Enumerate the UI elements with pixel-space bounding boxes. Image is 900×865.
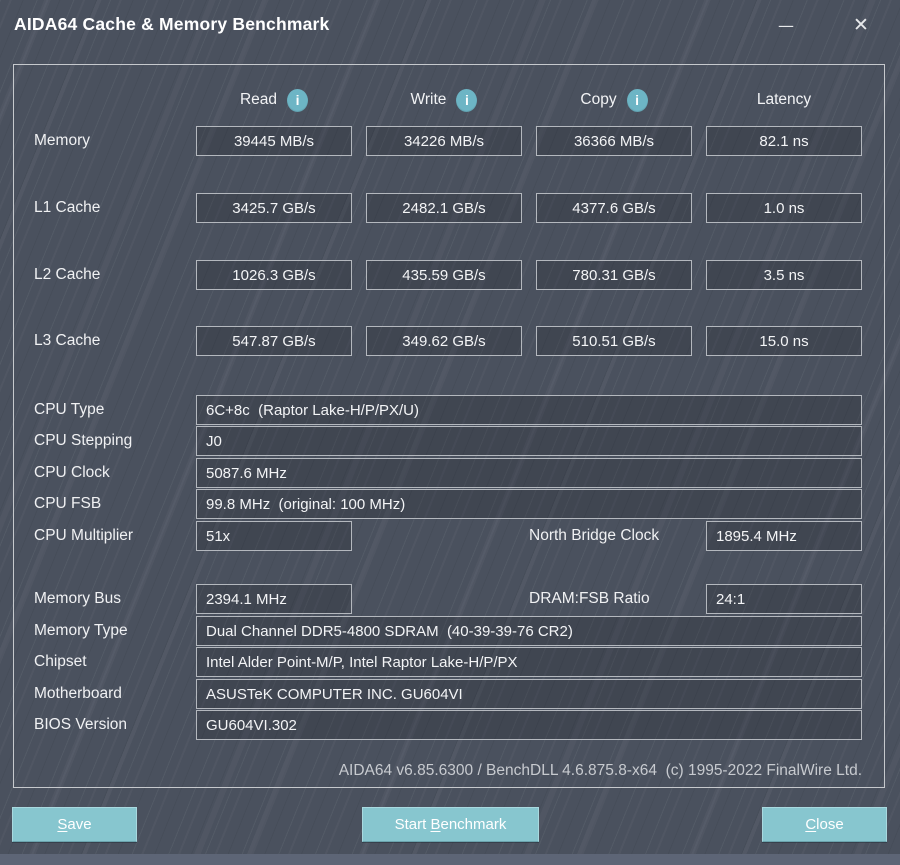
motherboard-label: Motherboard	[34, 679, 122, 709]
l3-read-value: 547.87 GB/s	[196, 326, 352, 356]
cpu-stepping-label: CPU Stepping	[34, 426, 132, 456]
save-button-label: Save	[57, 816, 91, 833]
version-copyright-text: AIDA64 v6.85.6300 / BenchDLL 4.6.875.8-x…	[196, 760, 862, 782]
start-benchmark-button-label: Start Benchmark	[395, 816, 507, 833]
memory-latency-value: 82.1 ns	[706, 126, 862, 156]
write-info-icon[interactable]: i	[456, 89, 477, 112]
minimize-icon: —	[778, 16, 794, 35]
column-header-read: Read i	[196, 85, 352, 115]
motherboard-value-box: ASUSTeK COMPUTER INC. GU604VI	[196, 679, 862, 709]
cpu-clock-label: CPU Clock	[34, 458, 110, 488]
row-label-l3-cache: L3 Cache	[34, 326, 100, 356]
cpu-fsb-value-box: 99.8 MHz (original: 100 MHz)	[196, 489, 862, 519]
chipset-label: Chipset	[34, 647, 87, 677]
read-header-label: Read	[240, 91, 277, 109]
write-header-label: Write	[411, 91, 447, 109]
close-button[interactable]: ✕	[846, 10, 876, 40]
benchmark-panel: Read i Write i Copy i Latency Memory 394…	[13, 64, 885, 788]
l1-copy-value: 4377.6 GB/s	[536, 193, 692, 223]
latency-header-label: Latency	[757, 91, 811, 109]
save-button[interactable]: Save	[12, 807, 137, 842]
l2-latency-value: 3.5 ns	[706, 260, 862, 290]
title-bar: AIDA64 Cache & Memory Benchmark — ✕	[0, 0, 900, 50]
bios-version-value-box: GU604VI.302	[196, 710, 862, 740]
column-header-copy: Copy i	[536, 85, 692, 115]
memory-bus-value-box: 2394.1 MHz	[196, 584, 352, 614]
copy-info-icon[interactable]: i	[627, 89, 648, 112]
l1-write-value: 2482.1 GB/s	[366, 193, 522, 223]
column-header-latency: Latency	[706, 85, 862, 115]
dram-fsb-ratio-label: DRAM:FSB Ratio	[529, 584, 650, 614]
row-label-l1-cache: L1 Cache	[34, 193, 100, 223]
close-icon: ✕	[853, 14, 869, 36]
close-dialog-button-label: Close	[805, 816, 843, 833]
cpu-type-value-box: 6C+8c (Raptor Lake-H/P/PX/U)	[196, 395, 862, 425]
l3-latency-value: 15.0 ns	[706, 326, 862, 356]
dram-fsb-ratio-value-box: 24:1	[706, 584, 862, 614]
l1-latency-value: 1.0 ns	[706, 193, 862, 223]
cpu-stepping-value-box: J0	[196, 426, 862, 456]
cpu-multiplier-value-box: 51x	[196, 521, 352, 551]
l3-write-value: 349.62 GB/s	[366, 326, 522, 356]
memory-type-value-box: Dual Channel DDR5-4800 SDRAM (40-39-39-7…	[196, 616, 862, 646]
chipset-value-box: Intel Alder Point-M/P, Intel Raptor Lake…	[196, 647, 862, 677]
memory-copy-value: 36366 MB/s	[536, 126, 692, 156]
aida64-benchmark-window: AIDA64 Cache & Memory Benchmark — ✕ Read…	[0, 0, 900, 865]
cpu-fsb-label: CPU FSB	[34, 489, 101, 519]
l2-write-value: 435.59 GB/s	[366, 260, 522, 290]
close-dialog-button[interactable]: Close	[762, 807, 887, 842]
l1-read-value: 3425.7 GB/s	[196, 193, 352, 223]
north-bridge-clock-label: North Bridge Clock	[529, 521, 659, 551]
cpu-type-label: CPU Type	[34, 395, 104, 425]
memory-type-label: Memory Type	[34, 616, 128, 646]
memory-write-value: 34226 MB/s	[366, 126, 522, 156]
copy-header-label: Copy	[580, 91, 616, 109]
north-bridge-clock-value-box: 1895.4 MHz	[706, 521, 862, 551]
read-info-icon[interactable]: i	[287, 89, 308, 112]
memory-read-value: 39445 MB/s	[196, 126, 352, 156]
window-title: AIDA64 Cache & Memory Benchmark	[14, 14, 329, 35]
window-bottom-strip	[0, 854, 900, 865]
l2-read-value: 1026.3 GB/s	[196, 260, 352, 290]
row-label-l2-cache: L2 Cache	[34, 260, 100, 290]
l2-copy-value: 780.31 GB/s	[536, 260, 692, 290]
start-benchmark-button[interactable]: Start Benchmark	[362, 807, 539, 842]
bios-version-label: BIOS Version	[34, 710, 127, 740]
minimize-button[interactable]: —	[771, 10, 801, 40]
l3-copy-value: 510.51 GB/s	[536, 326, 692, 356]
row-label-memory: Memory	[34, 126, 90, 156]
cpu-multiplier-label: CPU Multiplier	[34, 521, 133, 551]
cpu-clock-value-box: 5087.6 MHz	[196, 458, 862, 488]
memory-bus-label: Memory Bus	[34, 584, 121, 614]
column-header-write: Write i	[366, 85, 522, 115]
